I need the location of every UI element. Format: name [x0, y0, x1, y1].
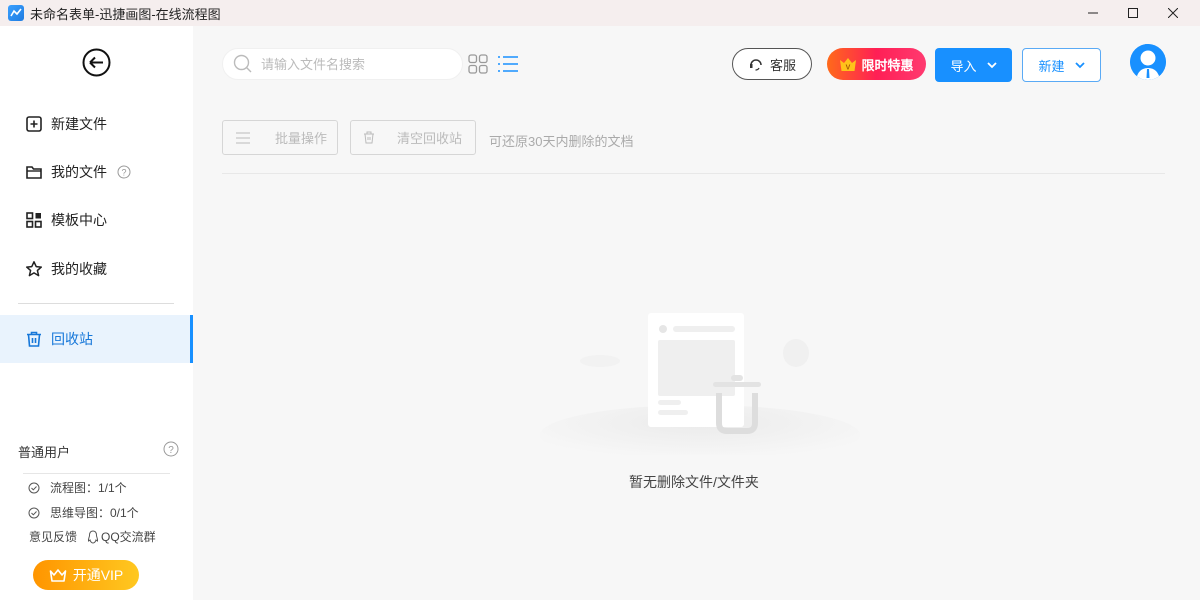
- plus-square-icon: [26, 116, 42, 132]
- help-icon[interactable]: ?: [163, 441, 179, 457]
- list-view-icon[interactable]: [498, 54, 518, 74]
- divider: [23, 473, 170, 474]
- quota-label: 流程图：1/1个: [50, 481, 127, 495]
- close-button[interactable]: [1153, 0, 1193, 26]
- grid-icon: [26, 212, 42, 228]
- sidebar-item-templates[interactable]: 模板中心: [0, 196, 193, 244]
- sidebar-item-label: 我的文件: [51, 164, 107, 180]
- svg-text:V: V: [846, 64, 851, 71]
- window-title: 未命名表单-迅捷画图-在线流程图: [30, 6, 221, 22]
- back-icon[interactable]: [82, 48, 111, 77]
- sidebar-item-favorites[interactable]: 我的收藏: [0, 245, 193, 293]
- quota-mindmap: 思维导图：0/1个: [28, 504, 139, 521]
- search-input[interactable]: [261, 56, 441, 72]
- sidebar-item-label: 我的收藏: [51, 261, 107, 277]
- chevron-down-icon: [986, 61, 997, 68]
- sidebar-item-new-file[interactable]: 新建文件: [0, 100, 193, 148]
- sidebar-item-recycle-bin[interactable]: 回收站: [0, 315, 193, 363]
- empty-state-text: 暂无删除文件/文件夹: [629, 474, 759, 490]
- check-circle-icon: [28, 482, 40, 493]
- folder-icon: [26, 166, 42, 179]
- sidebar-item-label: 新建文件: [51, 116, 107, 132]
- sidebar-item-label: 回收站: [51, 331, 93, 347]
- trash-icon: [364, 131, 374, 144]
- batch-operation-button[interactable]: 批量操作: [222, 120, 338, 155]
- star-icon: [25, 261, 43, 277]
- crown-icon: [49, 568, 67, 582]
- vip-label: 开通VIP: [72, 567, 124, 583]
- qq-icon: [87, 529, 99, 544]
- user-type: 普通用户: [18, 445, 71, 460]
- help-icon[interactable]: ?: [117, 165, 131, 179]
- svg-text:?: ?: [121, 168, 126, 178]
- feedback-link[interactable]: 意见反馈: [29, 528, 77, 545]
- support-label: 客服: [769, 57, 796, 73]
- import-label: 导入: [950, 58, 977, 74]
- empty-recycle-bin-illustration: [540, 313, 860, 455]
- maximize-button[interactable]: [1113, 0, 1153, 26]
- qq-group-link[interactable]: QQ交流群: [87, 528, 156, 545]
- sidebar: 新建文件 我的文件 ? 模板中心 我的收藏 回收站 普通用户 ? 流程图：1/1…: [0, 26, 193, 600]
- svg-text:?: ?: [168, 445, 174, 456]
- open-vip-button[interactable]: 开通VIP: [33, 560, 139, 590]
- minimize-button[interactable]: [1073, 0, 1113, 26]
- trash-icon: [27, 331, 41, 347]
- chevron-down-icon: [1074, 61, 1085, 68]
- crown-badge-icon: V: [840, 57, 857, 71]
- batch-label: 批量操作: [275, 131, 328, 146]
- title-bar: 未命名表单-迅捷画图-在线流程图: [0, 0, 1200, 26]
- links: 意见反馈 QQ交流群: [29, 528, 156, 545]
- sidebar-item-label: 模板中心: [51, 212, 107, 228]
- quota-flowchart: 流程图：1/1个: [28, 479, 127, 496]
- app-logo-icon: [8, 5, 24, 21]
- user-avatar[interactable]: [1130, 44, 1166, 80]
- search-box[interactable]: [222, 48, 463, 80]
- empty-bin-button[interactable]: 清空回收站: [350, 120, 476, 155]
- divider: [222, 173, 1165, 174]
- quota-label: 思维导图：0/1个: [50, 506, 139, 520]
- customer-service-button[interactable]: 客服: [732, 48, 812, 80]
- menu-icon: [236, 132, 250, 143]
- sidebar-item-my-files[interactable]: 我的文件 ?: [0, 148, 193, 196]
- check-circle-icon: [28, 507, 40, 518]
- new-label: 新建: [1038, 58, 1065, 74]
- search-icon: [233, 54, 252, 73]
- new-button[interactable]: 新建: [1022, 48, 1101, 82]
- import-button[interactable]: 导入: [935, 48, 1012, 82]
- promo-label: 限时特惠: [861, 57, 914, 73]
- restore-hint: 可还原30天内删除的文档: [489, 134, 634, 149]
- empty-bin-label: 清空回收站: [397, 131, 463, 146]
- headset-icon: [749, 59, 762, 71]
- qq-group-label: QQ交流群: [101, 530, 156, 544]
- grid-view-icon[interactable]: [468, 54, 488, 74]
- divider: [18, 303, 174, 304]
- promo-button[interactable]: V 限时特惠: [827, 48, 926, 80]
